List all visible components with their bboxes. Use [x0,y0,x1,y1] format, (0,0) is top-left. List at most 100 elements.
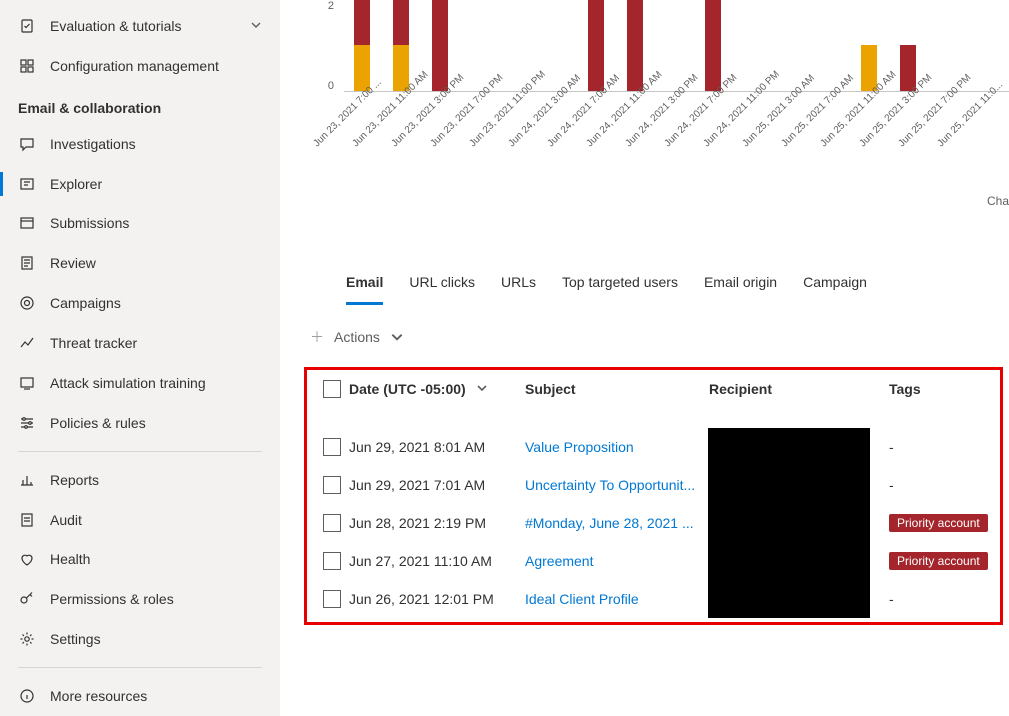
attack-icon [18,374,36,392]
table-row[interactable]: Jun 26, 2021 12:01 PMIdeal Client Profil… [307,580,1000,618]
sidebar-item-attack-sim[interactable]: Attack simulation training [0,363,280,403]
sidebar-item-threat-tracker[interactable]: Threat tracker [0,323,280,363]
subject-link[interactable]: Uncertainty To Opportunit... [525,477,695,493]
tab-top-targeted-users[interactable]: Top targeted users [562,264,678,305]
sidebar-item-investigations[interactable]: Investigations [0,124,280,164]
audit-icon [18,511,36,529]
chart-x-axis: Jun 23, 2021 7:00 ...Jun 23, 2021 11:00 … [344,92,1009,162]
submission-icon [18,214,36,232]
subject-link[interactable]: Ideal Client Profile [525,591,639,607]
plus-icon: ＋ [310,327,324,347]
cell-subject[interactable]: #Monday, June 28, 2021 ... [525,515,709,531]
sidebar-section-email: Email & collaboration [0,86,280,124]
row-check[interactable] [315,476,349,494]
checkbox-icon [323,438,341,456]
subject-link[interactable]: Agreement [525,553,593,569]
chevron-down-icon [250,19,264,33]
sidebar-item-more[interactable]: More resources [0,676,280,716]
checkbox-icon [323,476,341,494]
redaction-mask [708,580,870,618]
sidebar-item-reports[interactable]: Reports [0,460,280,500]
table-row[interactable]: Jun 28, 2021 2:19 PM#Monday, June 28, 20… [307,504,1000,542]
sidebar: Evaluation & tutorials Configuration man… [0,0,280,716]
sidebar-item-label: Evaluation & tutorials [50,18,236,34]
chart-y-axis: 2 0 [280,0,340,92]
column-header-tags[interactable]: Tags [889,381,989,397]
cell-tags: - [889,439,989,455]
sidebar-item-health[interactable]: Health [0,540,280,580]
cell-subject[interactable]: Agreement [525,553,709,569]
column-header-date[interactable]: Date (UTC -05:00) [349,381,525,397]
sidebar-item-label: Threat tracker [50,335,264,351]
sidebar-item-submissions[interactable]: Submissions [0,204,280,244]
actions-bar[interactable]: ＋ Actions [280,305,1009,365]
table-row[interactable]: Jun 29, 2021 8:01 AMValue Proposition - [307,428,1000,466]
cell-date: Jun 28, 2021 2:19 PM [349,515,525,531]
sidebar-item-label: Explorer [50,176,264,192]
checkbox-icon [323,552,341,570]
cell-subject[interactable]: Uncertainty To Opportunit... [525,477,709,493]
sidebar-item-audit[interactable]: Audit [0,500,280,540]
sidebar-item-label: Investigations [50,136,264,152]
sidebar-item-explorer[interactable]: Explorer [0,164,280,204]
chat-icon [18,135,36,153]
row-check[interactable] [315,438,349,456]
checkbox-icon [323,590,341,608]
email-table-highlight: Date (UTC -05:00) Subject Recipient Tags… [304,367,1003,625]
cell-subject[interactable]: Value Proposition [525,439,709,455]
table-header-row: Date (UTC -05:00) Subject Recipient Tags [307,370,1000,428]
tab-urls[interactable]: URLs [501,264,536,305]
tab-campaign[interactable]: Campaign [803,264,867,305]
sidebar-item-label: More resources [50,688,264,704]
redaction-mask [708,504,870,542]
sidebar-item-label: Audit [50,512,264,528]
cell-subject[interactable]: Ideal Client Profile [525,591,709,607]
chart-footer-note: Cha [987,194,1009,208]
tab-email[interactable]: Email [346,264,383,305]
clipboard-check-icon [18,17,36,35]
table-row[interactable]: Jun 29, 2021 7:01 AMUncertainty To Oppor… [307,466,1000,504]
table-row[interactable]: Jun 27, 2021 11:10 AMAgreementPriority a… [307,542,1000,580]
cell-date: Jun 29, 2021 8:01 AM [349,439,525,455]
column-header-subject[interactable]: Subject [525,381,709,397]
subject-link[interactable]: Value Proposition [525,439,634,455]
sidebar-item-label: Campaigns [50,295,264,311]
sidebar-item-campaigns[interactable]: Campaigns [0,283,280,323]
sidebar-item-policies[interactable]: Policies & rules [0,403,280,443]
sidebar-item-label: Health [50,551,264,567]
grid-icon [18,57,36,75]
select-all[interactable] [315,380,349,398]
sidebar-item-review[interactable]: Review [0,243,280,283]
row-check[interactable] [315,552,349,570]
review-icon [18,254,36,272]
sidebar-item-label: Review [50,255,264,271]
row-check[interactable] [315,590,349,608]
chart-icon [18,471,36,489]
sidebar-item-settings[interactable]: Settings [0,619,280,659]
subject-link[interactable]: #Monday, June 28, 2021 ... [525,515,694,531]
cell-tags: - [889,477,989,493]
checkbox-icon [323,514,341,532]
tab-url-clicks[interactable]: URL clicks [409,264,475,305]
main-content: 2 0 Jun 23, 2021 7:00 ...Jun 23, 2021 11… [280,0,1009,716]
y-tick: 2 [328,0,334,12]
checkbox-icon [323,380,341,398]
sidebar-item-config-mgmt[interactable]: Configuration management [0,46,280,86]
chevron-down-icon [390,330,404,344]
trend-icon [18,334,36,352]
target-icon [18,294,36,312]
cell-tags: - [889,591,989,607]
row-check[interactable] [315,514,349,532]
cell-date: Jun 27, 2021 11:10 AM [349,553,525,569]
redaction-mask [708,428,870,466]
sidebar-item-label: Attack simulation training [50,375,264,391]
actions-label: Actions [334,329,380,345]
sidebar-item-evaluation[interactable]: Evaluation & tutorials [0,6,280,46]
table-body: Jun 29, 2021 8:01 AMValue Proposition-Ju… [307,428,1000,618]
y-tick: 0 [328,80,334,92]
explorer-icon [18,175,36,193]
tab-email-origin[interactable]: Email origin [704,264,777,305]
sidebar-item-permissions[interactable]: Permissions & roles [0,579,280,619]
sidebar-item-label: Settings [50,631,264,647]
column-header-recipient[interactable]: Recipient [709,381,889,397]
